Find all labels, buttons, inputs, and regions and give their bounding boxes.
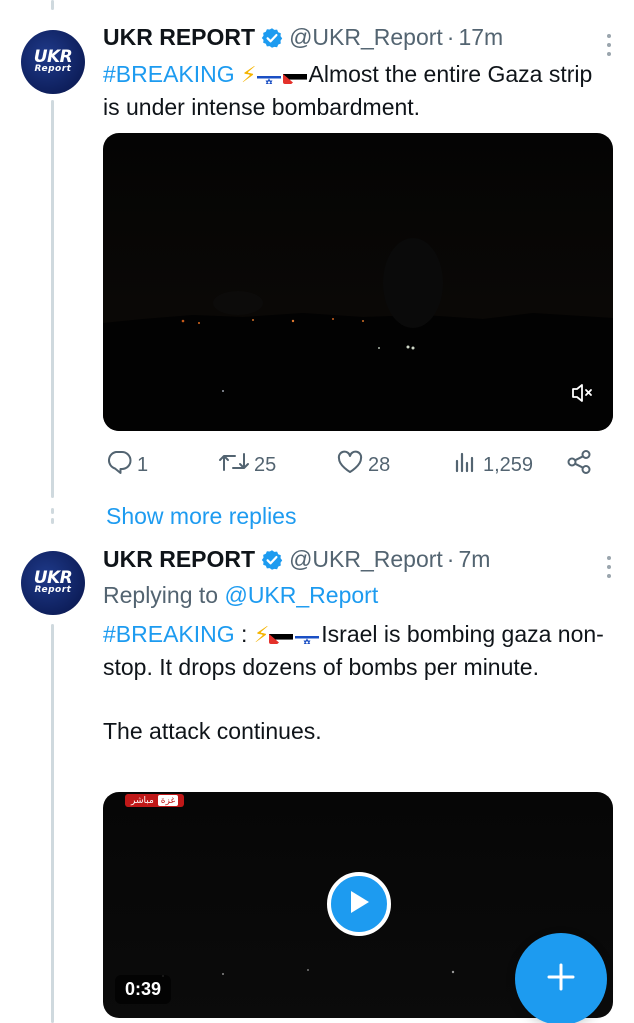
thread-line-2 bbox=[51, 624, 54, 1023]
hashtag-link[interactable]: #BREAKING bbox=[103, 61, 235, 87]
share-icon bbox=[566, 449, 592, 481]
channel-tag: مباشر غزة bbox=[125, 794, 185, 807]
retweet-button[interactable]: 25 bbox=[218, 447, 276, 483]
lightning-emoji-icon: ⚡ bbox=[241, 62, 257, 87]
retweet-icon bbox=[218, 450, 250, 480]
views-count: 1,259 bbox=[483, 453, 534, 476]
more-vertical-icon[interactable] bbox=[606, 34, 612, 56]
tweet-header: UKR REPORT @UKR_Report · 17m bbox=[103, 24, 503, 51]
avatar-logo-subtext: Report bbox=[34, 64, 72, 74]
video-frame-night-scene bbox=[103, 238, 613, 431]
play-icon bbox=[346, 888, 372, 921]
tweet-video[interactable] bbox=[103, 133, 613, 431]
author-name[interactable]: UKR REPORT bbox=[103, 546, 255, 573]
tweet-text: #BREAKING : ⚡ Israel is bombing gaza non-… bbox=[103, 618, 613, 747]
like-count: 28 bbox=[368, 453, 391, 476]
thread-line-1 bbox=[51, 100, 54, 498]
channel-tag-location: غزة bbox=[157, 795, 179, 806]
author-handle[interactable]: @UKR_Report bbox=[289, 24, 443, 51]
replying-to-line: Replying to @UKR_Report bbox=[103, 582, 378, 609]
thread-line-top bbox=[51, 0, 54, 10]
play-button[interactable] bbox=[327, 872, 391, 936]
plus-icon bbox=[546, 962, 576, 997]
hashtag-colon: : bbox=[234, 621, 248, 647]
hashtag-link[interactable]: #BREAKING bbox=[103, 621, 235, 647]
share-button[interactable] bbox=[566, 447, 592, 483]
avatar-logo-subtext: Report bbox=[34, 585, 72, 595]
show-more-replies-link[interactable]: Show more replies bbox=[106, 503, 296, 530]
israel-flag-icon bbox=[295, 627, 320, 644]
retweet-count: 25 bbox=[254, 453, 277, 476]
reply-icon bbox=[105, 449, 133, 481]
avatar[interactable]: UKR Report bbox=[21, 30, 85, 94]
mute-icon[interactable] bbox=[571, 382, 595, 409]
palestine-flag-icon bbox=[282, 67, 307, 84]
avatar-logo-text: UKR bbox=[33, 568, 73, 588]
reply-count: 1 bbox=[137, 453, 149, 476]
video-duration: 0:39 bbox=[115, 975, 172, 1004]
views-button[interactable]: 1,259 bbox=[453, 447, 533, 483]
compose-button[interactable] bbox=[515, 933, 607, 1023]
avatar[interactable]: UKR Report bbox=[21, 551, 85, 615]
palestine-flag-icon bbox=[269, 627, 294, 644]
verified-badge-icon bbox=[261, 549, 283, 571]
replying-to-mention[interactable]: @UKR_Report bbox=[224, 582, 378, 608]
verified-badge-icon bbox=[261, 27, 283, 49]
more-vertical-icon[interactable] bbox=[606, 556, 612, 578]
header-separator: · bbox=[446, 546, 455, 572]
views-icon bbox=[453, 449, 479, 481]
tweet-header: UKR REPORT @UKR_Report · 7m bbox=[103, 546, 490, 573]
replying-to-prefix: Replying to bbox=[103, 582, 219, 608]
heart-icon bbox=[336, 449, 364, 481]
israel-flag-icon bbox=[256, 67, 281, 84]
avatar-logo-text: UKR bbox=[33, 47, 73, 67]
thread-line-gap-2 bbox=[51, 518, 54, 524]
lightning-emoji-icon: ⚡ bbox=[253, 622, 270, 647]
thread-line-gap bbox=[51, 508, 54, 514]
channel-tag-live-label: مباشر bbox=[131, 795, 154, 805]
author-handle[interactable]: @UKR_Report bbox=[289, 546, 443, 573]
reply-button[interactable]: 1 bbox=[105, 447, 148, 483]
tweet-body-text-2: The attack continues. bbox=[103, 718, 322, 744]
like-button[interactable]: 28 bbox=[336, 447, 390, 483]
tweet-timestamp[interactable]: 17m bbox=[458, 24, 503, 51]
author-name[interactable]: UKR REPORT bbox=[103, 24, 255, 51]
tweet-actions: 1 25 28 1,259 bbox=[103, 447, 613, 483]
tweet-timestamp[interactable]: 7m bbox=[458, 546, 490, 573]
header-separator: · bbox=[446, 24, 455, 50]
tweet-text: #BREAKING ⚡ Almost the entire Gaza strip … bbox=[103, 58, 613, 123]
